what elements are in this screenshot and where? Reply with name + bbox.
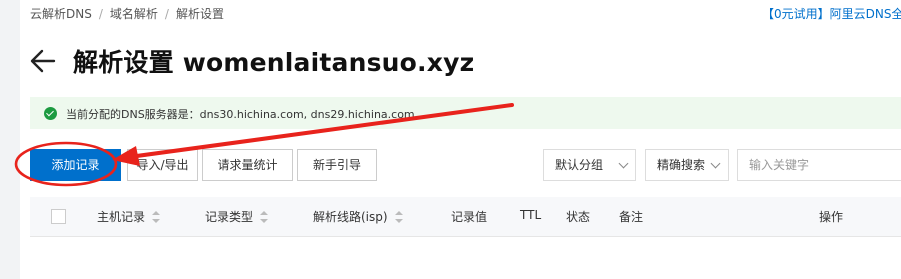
search-input[interactable]: 输入关键字 bbox=[737, 149, 901, 181]
search-mode-select[interactable]: 精确搜索 bbox=[645, 149, 729, 181]
dns-server-notice: 当前分配的DNS服务器是：dns30.hichina.com, dns29.hi… bbox=[30, 97, 901, 129]
column-header-value: 记录值 bbox=[451, 210, 488, 224]
chevron-down-icon bbox=[710, 158, 721, 169]
check-circle-icon bbox=[44, 107, 57, 120]
annotation-overlay bbox=[14, 103, 514, 187]
column-label: 记录类型 bbox=[205, 210, 254, 224]
breadcrumb: 云解析DNS / 域名解析 / 解析设置 bbox=[30, 5, 224, 22]
left-edge-panel bbox=[0, 0, 20, 279]
column-header-line[interactable]: 解析线路(isp) bbox=[313, 208, 403, 225]
column-header-host[interactable]: 主机记录 bbox=[97, 208, 161, 225]
import-export-button[interactable]: 导入/导出 bbox=[127, 149, 198, 181]
column-header-type[interactable]: 记录类型 bbox=[205, 208, 269, 225]
breadcrumb-separator: / bbox=[164, 7, 169, 21]
column-header-actions: 操作 bbox=[819, 210, 844, 224]
breadcrumb-item-settings: 解析设置 bbox=[175, 7, 224, 21]
page-title: 解析设置 womenlaitansuo.xyz bbox=[73, 48, 475, 77]
breadcrumb-item-dns[interactable]: 云解析DNS bbox=[30, 7, 92, 21]
select-all-checkbox[interactable] bbox=[51, 209, 66, 224]
sort-icon[interactable] bbox=[152, 211, 161, 223]
add-record-button[interactable]: 添加记录 bbox=[30, 149, 121, 181]
records-table-header: 主机记录 记录类型 解析线路(isp) 记录值 TTL 状态 备注 操作 bbox=[30, 197, 901, 237]
column-header-status: 状态 bbox=[566, 210, 591, 224]
breadcrumb-item-domain[interactable]: 域名解析 bbox=[110, 7, 158, 21]
column-header-remark: 备注 bbox=[619, 210, 644, 224]
column-label: 解析线路(isp) bbox=[313, 210, 388, 224]
group-select[interactable]: 默认分组 bbox=[543, 149, 636, 181]
arrow-left-icon[interactable] bbox=[30, 48, 56, 74]
notice-text: 当前分配的DNS服务器是：dns30.hichina.com, dns29.hi… bbox=[66, 108, 415, 121]
promo-link[interactable]: 【0元试用】阿里云DNS全系 bbox=[762, 5, 901, 22]
column-label: 主机记录 bbox=[97, 210, 146, 224]
request-stats-button[interactable]: 请求量统计 bbox=[202, 149, 293, 181]
sort-icon[interactable] bbox=[260, 211, 269, 223]
breadcrumb-separator: / bbox=[98, 7, 103, 21]
chevron-down-icon bbox=[618, 158, 629, 169]
column-header-ttl: TTL bbox=[520, 208, 542, 222]
group-select-value: 默认分组 bbox=[555, 158, 604, 172]
sort-icon[interactable] bbox=[394, 211, 403, 223]
search-mode-value: 精确搜索 bbox=[657, 158, 706, 172]
beginner-guide-button[interactable]: 新手引导 bbox=[297, 149, 377, 181]
